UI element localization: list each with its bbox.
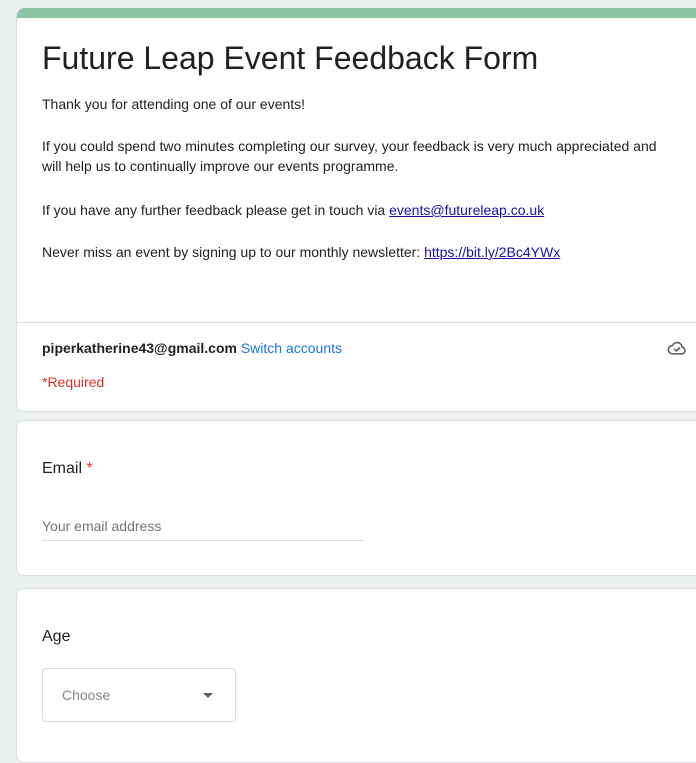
feedback-contact-text: If you have any further feedback please … (42, 202, 390, 218)
question-title-email: Email * (42, 457, 93, 481)
email-input[interactable] (42, 511, 364, 541)
description-survey-request: If you could spend two minutes completin… (42, 138, 657, 174)
age-dropdown[interactable]: Choose (42, 668, 236, 722)
description-thanks: Thank you for attending one of our event… (42, 96, 306, 112)
form-title: Future Leap Event Feedback Form (42, 40, 539, 76)
required-asterisk: * (86, 460, 93, 477)
form-header-card: Future Leap Event Feedback Form Thank yo… (16, 8, 696, 412)
header-divider (17, 322, 696, 323)
question-card-email: Email * (16, 420, 696, 576)
question-title-age: Age (42, 628, 71, 645)
newsletter-text: Never miss an event by signing up to our… (42, 244, 425, 260)
age-dropdown-value: Choose (62, 687, 111, 703)
description-newsletter: Never miss an event by signing up to our… (42, 242, 662, 262)
switch-accounts-link[interactable]: Switch accounts (241, 340, 342, 356)
required-note: *Required (42, 374, 105, 390)
account-email: piperkatherine43@gmail.com (42, 340, 237, 356)
question-card-age: Age Choose (16, 588, 696, 763)
newsletter-link[interactable]: https://bit.ly/2Bc4YWx (424, 244, 560, 260)
cloud-saved-icon (667, 341, 686, 355)
theme-accent-bar (17, 8, 696, 18)
email-question-label: Email (42, 460, 83, 477)
description-feedback-contact: If you have any further feedback please … (42, 200, 662, 220)
feedback-email-link[interactable]: events@futureleap.co.uk (389, 202, 544, 218)
caret-down-icon (203, 693, 213, 698)
account-row: piperkatherine43@gmail.com Switch accoun… (42, 338, 342, 358)
